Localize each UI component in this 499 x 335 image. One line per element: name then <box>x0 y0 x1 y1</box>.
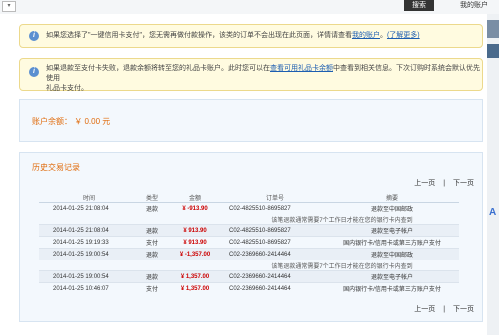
row-time: 2014-01-25 19:19:33 <box>39 236 139 249</box>
pager-top: 上一页 | 下一页 <box>408 178 474 188</box>
font-icon[interactable]: A <box>489 207 496 218</box>
row-summary: 退款至电子帐户 <box>325 270 459 283</box>
prev-page-link[interactable]: 上一页 <box>414 306 435 313</box>
notice-text: 如果您选择了"一键信用卡支付"，您无需再做付款操作，该类的订单不会出现在此页面，… <box>46 31 420 41</box>
row-type: 退款 <box>139 202 165 214</box>
row-summary: 退款至电子帐户 <box>325 224 459 237</box>
row-order-link[interactable]: C02-4825510-8695827 <box>225 236 325 249</box>
my-account-link[interactable]: 我的账户 <box>352 32 380 39</box>
col-amount: 金额 <box>165 193 225 203</box>
gift-card-balance-link[interactable]: 查看可用礼品卡余额 <box>270 65 333 72</box>
transaction-history-panel: 历史交易记录 上一页 | 下一页 时间 类型 金额 订单号 摘要 2014-01… <box>19 152 483 322</box>
row-order-link[interactable]: C02-4825510-8695827 <box>225 202 325 214</box>
info-icon: i <box>29 31 39 41</box>
prev-page-link[interactable]: 上一页 <box>414 180 435 187</box>
table-row: 2014-01-25 21:08:04 退款 ¥ -913.90 C02-482… <box>39 202 459 214</box>
table-row: 2014-01-25 19:00:54 退款 ¥ -1,357.00 C02-2… <box>39 248 459 260</box>
table-header: 时间 类型 金额 订单号 摘要 <box>39 193 459 203</box>
my-account-link[interactable]: 我的账户 <box>460 0 488 10</box>
row-amount: ¥ 913.90 <box>165 236 225 249</box>
next-page-link[interactable]: 下一页 <box>453 306 474 313</box>
row-amount: ¥ 913.90 <box>165 224 225 237</box>
row-type: 退款 <box>139 224 165 237</box>
notice-line2: 礼品卡支付。 <box>46 85 88 92</box>
row-type: 退款 <box>139 248 165 260</box>
row-order-link[interactable]: C02-4825510-8695827 <box>225 224 325 237</box>
col-type: 类型 <box>139 193 165 203</box>
row-time: 2014-01-25 19:00:54 <box>39 270 139 283</box>
dropdown-button[interactable]: ▾ <box>2 1 16 12</box>
table-row-note: 该笔退款通常需要7个工作日才能在您的银行卡内查到 <box>39 260 459 271</box>
table-row: 2014-01-25 10:46:07 支付 ¥ 1,357.00 C02-23… <box>39 282 459 294</box>
row-order-link[interactable]: C02-2369660-2414464 <box>225 270 325 283</box>
account-balance: 账户余额： ￥ 0.00 元 <box>32 117 111 126</box>
history-title: 历史交易记录 <box>32 163 80 172</box>
account-balance-panel: 账户余额： ￥ 0.00 元 <box>19 99 483 142</box>
row-amount: ¥ 1,357.00 <box>165 282 225 294</box>
table-row: 2014-01-25 19:00:54 退款 ¥ 1,357.00 C02-23… <box>39 270 459 283</box>
side-tab[interactable] <box>487 20 499 38</box>
row-summary: 国内银行卡/信用卡或第三方账户支付 <box>325 282 459 294</box>
row-order-link[interactable]: C02-2369660-2414464 <box>225 282 325 294</box>
row-summary: 国内银行卡/信用卡或第三方账户支付 <box>325 236 459 249</box>
next-page-link[interactable]: 下一页 <box>453 180 474 187</box>
row-time: 2014-01-25 19:00:54 <box>39 248 139 260</box>
side-tab[interactable] <box>487 44 499 58</box>
row-type: 支付 <box>139 282 165 294</box>
row-amount: ¥ -913.90 <box>165 202 225 214</box>
notice-body: 如果您选择了"一键信用卡支付"，您无需再做付款操作，该类的订单不会出现在此页面，… <box>46 32 352 39</box>
row-amount: ¥ 1,357.00 <box>165 270 225 283</box>
refund-note: 该笔退款通常需要7个工作日才能在您的银行卡内查到 <box>271 217 413 224</box>
col-summary: 摘要 <box>325 193 459 203</box>
side-toolbar <box>487 14 499 335</box>
row-summary: 退款至中国邮政 <box>325 248 459 260</box>
row-amount: ¥ -1,357.00 <box>165 248 225 260</box>
row-type: 支付 <box>139 236 165 249</box>
transaction-table: 时间 类型 金额 订单号 摘要 2014-01-25 21:08:04 退款 ¥… <box>39 193 459 294</box>
row-summary: 退款至中国邮政 <box>325 202 459 214</box>
row-time: 2014-01-25 10:46:07 <box>39 282 139 294</box>
refund-note: 该笔退款通常需要7个工作日才能在您的银行卡内查到 <box>271 263 413 270</box>
top-bar: ▾ 搜索 我的账户 <box>0 0 499 14</box>
pager-separator: | <box>443 306 446 313</box>
info-notice-one-click: i 如果您选择了"一键信用卡支付"，您无需再做付款操作，该类的订单不会出现在此页… <box>19 24 483 48</box>
pager-bottom: 上一页 | 下一页 <box>408 304 474 314</box>
col-order: 订单号 <box>225 193 325 203</box>
pager-separator: | <box>443 180 446 187</box>
table-row-note: 该笔退款通常需要7个工作日才能在您的银行卡内查到 <box>39 214 459 225</box>
row-time: 2014-01-25 21:08:04 <box>39 202 139 214</box>
row-time: 2014-01-25 21:08:04 <box>39 224 139 237</box>
notice-suffix: 。 <box>379 32 387 39</box>
table-row: 2014-01-25 19:19:33 支付 ¥ 913.90 C02-4825… <box>39 236 459 249</box>
search-button[interactable]: 搜索 <box>404 0 434 11</box>
notice-line1-pre: 如果退款至支付卡失败，退款余额将转至您的礼品卡账户。此时您可以在 <box>46 65 270 72</box>
info-notice-refund: i 如果退款至支付卡失败，退款余额将转至您的礼品卡账户。此时您可以在查看可用礼品… <box>19 58 483 94</box>
row-order-link[interactable]: C02-2369660-2414464 <box>225 248 325 260</box>
learn-more-link[interactable]: (了解更多) <box>387 32 420 39</box>
table-row: 2014-01-25 21:08:04 退款 ¥ 913.90 C02-4825… <box>39 224 459 237</box>
row-type: 退款 <box>139 270 165 283</box>
notice-text: 如果退款至支付卡失败，退款余额将转至您的礼品卡账户。此时您可以在查看可用礼品卡余… <box>46 64 482 94</box>
info-icon: i <box>29 67 39 77</box>
col-time: 时间 <box>39 193 139 203</box>
